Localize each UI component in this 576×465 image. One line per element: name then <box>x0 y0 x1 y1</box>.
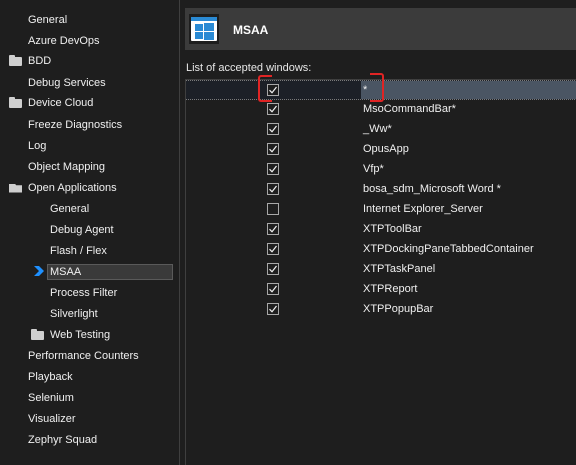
list-item[interactable]: XTPPopupBar <box>186 300 576 320</box>
sidebar-item-label: Object Mapping <box>28 161 106 173</box>
sidebar-item-visualizer[interactable]: Visualizer <box>28 409 206 429</box>
row-window-name: MsoCommandBar* <box>363 103 456 115</box>
accepted-windows-list: * MsoCommandBar* _Ww* OpusApp Vfp* bosa_sdm_M… <box>185 79 576 465</box>
row-checkbox[interactable] <box>267 243 279 255</box>
page-title: MSAA <box>233 23 269 37</box>
sidebar-item-label: Performance Counters <box>28 350 139 362</box>
row-window-name: XTPToolBar <box>363 223 422 235</box>
sidebar-item-device-cloud[interactable]: Device Cloud <box>9 93 187 113</box>
row-checkbox[interactable] <box>267 203 279 215</box>
row-checkbox[interactable] <box>267 103 279 115</box>
sidebar-item-web-testing[interactable]: Web Testing <box>31 325 209 345</box>
row-checkbox[interactable] <box>267 223 279 235</box>
sidebar-item-label: BDD <box>28 55 52 67</box>
sidebar-item-label: Process Filter <box>50 287 118 299</box>
row-window-name: OpusApp <box>363 143 409 155</box>
sidebar-item-label: Debug Services <box>28 77 106 89</box>
list-item[interactable]: Vfp* <box>186 160 576 180</box>
sidebar-item-label: Zephyr Squad <box>28 434 98 446</box>
sidebar-item-azure-devops[interactable]: Azure DevOps <box>28 31 206 51</box>
row-checkbox[interactable] <box>267 163 279 175</box>
sidebar-item-label: Device Cloud <box>28 97 94 109</box>
list-label: List of accepted windows: <box>186 62 312 74</box>
sidebar-item-open-applications[interactable]: Open Applications <box>9 178 187 198</box>
page-header: MSAA <box>185 8 576 50</box>
list-item[interactable]: OpusApp <box>186 140 576 160</box>
sidebar-item-label: Playback <box>28 371 73 383</box>
checkmark-icon <box>269 305 277 313</box>
checkmark-icon <box>269 165 277 173</box>
row-checkbox[interactable] <box>267 303 279 315</box>
sidebar-item-general[interactable]: General <box>28 10 206 30</box>
sidebar-item-label: Azure DevOps <box>28 35 100 47</box>
row-window-name: Vfp* <box>363 163 384 175</box>
list-item[interactable]: XTPDockingPaneTabbedContainer <box>186 240 576 260</box>
row-window-name: Internet Explorer_Server <box>363 203 483 215</box>
sidebar-item-freeze-diagnostics[interactable]: Freeze Diagnostics <box>28 115 206 135</box>
row-checkbox[interactable] <box>267 283 279 295</box>
sidebar-item-label: MSAA <box>47 264 173 280</box>
annotation-bracket-left <box>258 75 272 102</box>
selected-arrow-icon <box>34 266 44 276</box>
folder-icon <box>31 328 44 340</box>
row-window-name: XTPReport <box>363 283 418 295</box>
sidebar-item-label: Silverlight <box>50 308 98 320</box>
checkmark-icon <box>269 285 277 293</box>
sidebar-item-label: General <box>28 14 68 26</box>
sidebar-item-label: Debug Agent <box>50 224 114 236</box>
sidebar-item-object-mapping[interactable]: Object Mapping <box>28 157 206 177</box>
sidebar-item-label: Flash / Flex <box>50 245 107 257</box>
list-item[interactable]: bosa_sdm_Microsoft Word * <box>186 180 576 200</box>
list-item[interactable]: Internet Explorer_Server <box>186 200 576 220</box>
sidebar-item-log[interactable]: Log <box>28 136 206 156</box>
checkmark-icon <box>269 185 277 193</box>
sidebar-item-selenium[interactable]: Selenium <box>28 388 206 408</box>
sidebar-item-bdd[interactable]: BDD <box>9 51 187 71</box>
list-item[interactable]: XTPToolBar <box>186 220 576 240</box>
row-window-name: XTPPopupBar <box>363 303 434 315</box>
annotation-bracket-right <box>370 73 384 102</box>
sidebar-item-label: Selenium <box>28 392 74 404</box>
list-item[interactable]: XTPTaskPanel <box>186 260 576 280</box>
selection-highlight <box>361 81 576 99</box>
row-checkbox[interactable] <box>267 143 279 155</box>
row-window-name: XTPDockingPaneTabbedContainer <box>363 243 534 255</box>
windows-logo-icon <box>189 14 219 44</box>
checkmark-icon <box>269 245 277 253</box>
row-checkbox[interactable] <box>267 123 279 135</box>
sidebar-item-performance-counters[interactable]: Performance Counters <box>28 346 206 366</box>
checkmark-icon <box>269 225 277 233</box>
sidebar-item-zephyr-squad[interactable]: Zephyr Squad <box>28 430 206 450</box>
settings-sidebar: General Azure DevOps BDD Debug Services … <box>0 0 180 465</box>
sidebar-item-label: Open Applications <box>28 182 117 194</box>
row-checkbox[interactable] <box>267 183 279 195</box>
sidebar-item-label: Web Testing <box>50 329 111 341</box>
sidebar-item-label: General <box>50 203 90 215</box>
row-window-name: bosa_sdm_Microsoft Word * <box>363 183 501 195</box>
row-window-name: _Ww* <box>363 123 392 135</box>
checkmark-icon <box>269 105 277 113</box>
sidebar-item-playback[interactable]: Playback <box>28 367 206 387</box>
list-item[interactable]: XTPReport <box>186 280 576 300</box>
checkmark-icon <box>269 265 277 273</box>
sidebar-item-label: Freeze Diagnostics <box>28 119 123 131</box>
checkmark-icon <box>269 125 277 133</box>
list-item[interactable]: _Ww* <box>186 120 576 140</box>
sidebar-item-label: Visualizer <box>28 413 76 425</box>
sidebar-item-debug-services[interactable]: Debug Services <box>28 73 206 93</box>
sidebar-item-label: Log <box>28 140 47 152</box>
folder-icon <box>9 54 22 66</box>
list-item[interactable]: MsoCommandBar* <box>186 100 576 120</box>
folder-icon <box>9 96 22 108</box>
folder-open-icon <box>9 183 22 193</box>
row-checkbox[interactable] <box>267 263 279 275</box>
row-window-name: * <box>363 84 368 96</box>
checkmark-icon <box>269 145 277 153</box>
row-window-name: XTPTaskPanel <box>363 263 436 275</box>
